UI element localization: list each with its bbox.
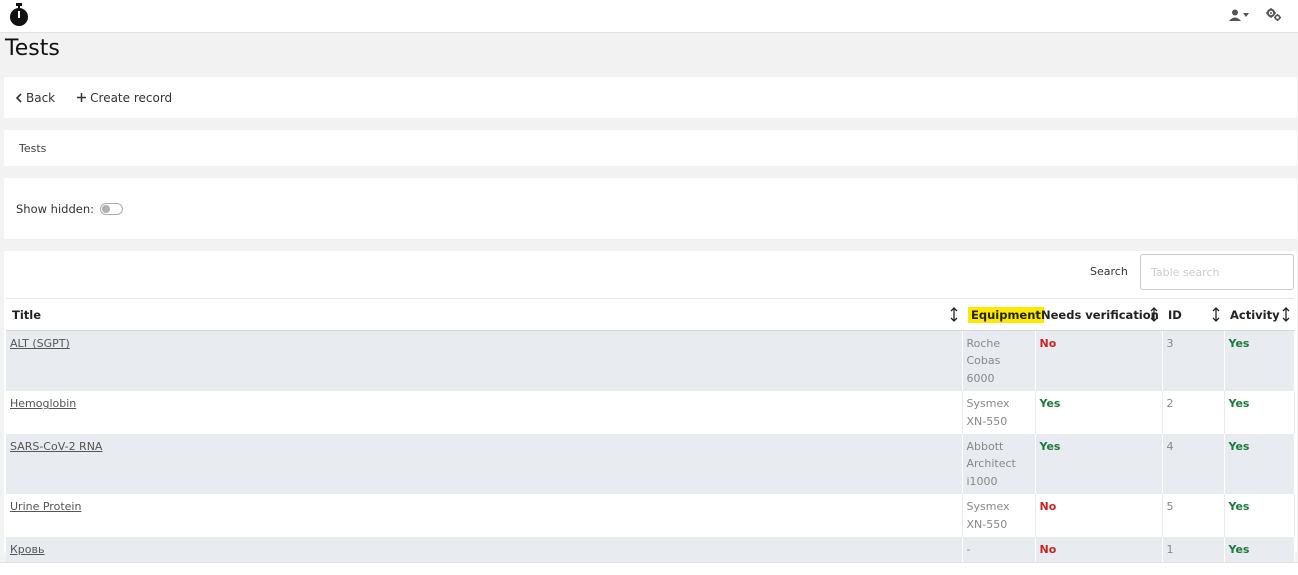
tests-table: Title Equipment Needs verification ID Ac… (6, 298, 1295, 563)
cell-equipment: - (962, 537, 1036, 563)
plus-icon (77, 93, 87, 102)
cell-activity: Yes (1224, 391, 1295, 435)
cell-title: SARS-CoV-2 RNA (6, 434, 963, 495)
column-equipment-label: Equipment (968, 306, 1044, 323)
sort-icon (1212, 307, 1220, 322)
show-hidden-label: Show hidden: (16, 201, 95, 216)
status-yes: Yes (1039, 440, 1061, 454)
cell-title: Hemoglobin (6, 391, 963, 435)
table-search-input[interactable] (1140, 254, 1294, 290)
column-id-label: ID (1168, 307, 1182, 322)
cell-needs-verification: Yes (1035, 391, 1163, 435)
status-yes: Yes (1228, 337, 1250, 350)
create-record-button[interactable]: Create record (77, 91, 172, 105)
column-header-title[interactable]: Title (6, 298, 962, 331)
column-title-label: Title (12, 307, 42, 322)
cell-equipment: Abbott Architect i1000 (962, 434, 1036, 495)
user-menu[interactable] (1229, 7, 1249, 23)
table-row: ALT (SGPT) Roche Cobas 6000 No 3 Yes (6, 330, 1295, 392)
record-link[interactable]: Urine Protein (10, 500, 81, 513)
breadcrumb: Tests (4, 130, 1297, 166)
cell-activity: Yes (1224, 330, 1295, 392)
status-yes: Yes (1228, 397, 1250, 411)
sort-icon (950, 307, 958, 322)
sort-icon (1282, 307, 1290, 322)
status-yes: Yes (1228, 440, 1250, 454)
table-row: Кровь - No 1 Yes (6, 537, 1295, 563)
cell-needs-verification: No (1035, 537, 1163, 563)
column-header-id[interactable]: ID (1162, 298, 1224, 331)
cell-equipment: Roche Cobas 6000 (962, 330, 1036, 392)
record-link[interactable]: Hemoglobin (10, 397, 76, 410)
cell-title: Кровь (6, 537, 963, 563)
cell-activity: Yes (1224, 434, 1295, 495)
table-row: Hemoglobin Sysmex XN-550 Yes 2 Yes (6, 391, 1295, 435)
status-yes: Yes (1039, 397, 1061, 411)
sort-icon (1150, 307, 1158, 322)
toolbar: Back Create record (4, 77, 1297, 118)
table-header-row: Title Equipment Needs verification ID Ac… (6, 298, 1294, 331)
gears-icon[interactable] (1266, 7, 1282, 23)
cell-equipment: Sysmex XN-550 (962, 391, 1036, 435)
cell-id: 2 (1162, 391, 1225, 435)
create-record-label: Create record (90, 90, 173, 105)
search-label: Search (1090, 265, 1128, 278)
cell-activity: Yes (1224, 537, 1295, 563)
filter-panel: Show hidden: (4, 178, 1297, 239)
table-row: Urine Protein Sysmex XN-550 No 5 Yes (6, 494, 1295, 538)
column-header-needs-verification[interactable]: Needs verification (1035, 298, 1162, 331)
status-yes: Yes (1228, 500, 1250, 514)
cell-id: 3 (1162, 330, 1225, 392)
cell-activity: Yes (1224, 494, 1295, 538)
cell-needs-verification: No (1035, 330, 1163, 392)
back-label: Back (26, 90, 56, 105)
table-row: SARS-CoV-2 RNA Abbott Architect i1000 Ye… (6, 434, 1295, 495)
caret-down-icon (1243, 13, 1249, 17)
stopwatch-icon[interactable] (8, 3, 30, 27)
cell-id: 1 (1162, 537, 1225, 563)
record-link[interactable]: SARS-CoV-2 RNA (10, 440, 102, 453)
user-icon (1229, 9, 1241, 21)
table-panel: Search Title Equipment Needs verificatio… (4, 251, 1297, 563)
column-activity-label: Activity (1230, 307, 1280, 322)
cell-id: 5 (1162, 494, 1225, 538)
status-yes: Yes (1228, 543, 1250, 557)
cell-needs-verification: Yes (1035, 434, 1163, 495)
status-no: No (1039, 500, 1057, 514)
column-header-activity[interactable]: Activity (1224, 298, 1294, 331)
status-no: No (1039, 337, 1057, 350)
cell-needs-verification: No (1035, 494, 1163, 538)
column-header-equipment[interactable]: Equipment (962, 298, 1044, 331)
cell-equipment: Sysmex XN-550 (962, 494, 1036, 538)
record-link[interactable]: ALT (SGPT) (10, 337, 70, 350)
back-button[interactable]: Back (15, 91, 55, 105)
column-needs-verification-label: Needs verification (1041, 307, 1159, 322)
top-navbar (0, 0, 1298, 33)
footer (0, 562, 1298, 575)
cell-title: Urine Protein (6, 494, 963, 538)
status-no: No (1039, 543, 1057, 557)
show-hidden-toggle[interactable] (100, 202, 124, 215)
record-link[interactable]: Кровь (10, 543, 45, 556)
breadcrumb-item-tests: Tests (19, 141, 47, 155)
page-title: Tests (5, 36, 60, 61)
cell-title: ALT (SGPT) (6, 330, 963, 392)
cell-id: 4 (1162, 434, 1225, 495)
chevron-left-icon (15, 92, 22, 103)
